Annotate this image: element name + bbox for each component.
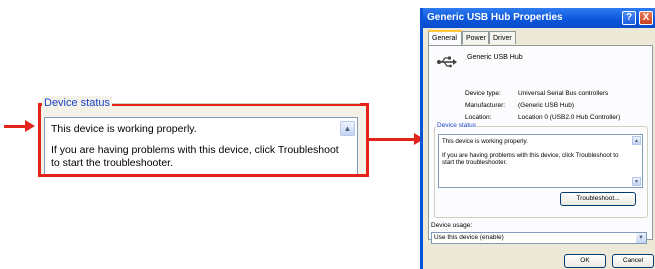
device-usage-select[interactable]: Use this device (enable) ▼	[431, 232, 647, 244]
close-button[interactable]: X	[639, 11, 653, 25]
usb-icon	[437, 55, 457, 73]
tab-general[interactable]: General	[428, 30, 462, 45]
status-line1: This device is working properly.	[442, 138, 528, 145]
device-usage-label: Device usage:	[431, 222, 473, 229]
zoom-status-line2: If you are having problems with this dev…	[51, 144, 339, 169]
device-usage-value: Use this device (enable)	[434, 234, 504, 241]
dialog-title: Generic USB Hub Properties	[427, 12, 563, 23]
cancel-button[interactable]: Cancel	[612, 254, 654, 268]
device-status-legend: Device status	[436, 122, 478, 129]
tab-driver[interactable]: Driver	[489, 31, 516, 44]
callout-arrow-left-head	[25, 120, 35, 132]
callout-arrow-right	[369, 138, 417, 141]
manufacturer-label: Manufacturer:	[465, 102, 506, 109]
device-name: Generic USB Hub	[467, 54, 523, 61]
scroll-up-icon[interactable]: ▲	[632, 136, 641, 145]
troubleshoot-button[interactable]: Troubleshoot...	[560, 192, 636, 206]
device-status-text[interactable]: This device is working properly. If you …	[438, 134, 643, 188]
zoom-scroll-up-icon: ▲	[340, 121, 355, 136]
callout-arrow-left	[4, 125, 26, 128]
zoom-group-line	[98, 103, 360, 104]
zoom-status-text: This device is working properly. If you …	[44, 117, 358, 174]
zoom-status-line1: This device is working properly.	[51, 123, 197, 135]
location-value: Location 0 (USB2.0 Hub Controller)	[518, 114, 621, 121]
ok-button[interactable]: OK	[564, 254, 606, 268]
help-button[interactable]: ?	[622, 11, 636, 25]
properties-dialog: Generic USB Hub Properties ? X General P…	[420, 8, 655, 269]
status-line2: If you are having problems with this dev…	[442, 151, 619, 167]
manufacturer-value: (Generic USB Hub)	[518, 102, 574, 109]
device-type-value: Universal Serial Bus controllers	[518, 90, 609, 97]
title-bar: Generic USB Hub Properties	[423, 8, 655, 28]
zoom-status-legend: Device status	[42, 96, 113, 110]
chevron-down-icon[interactable]: ▼	[636, 233, 646, 243]
device-type-label: Device type:	[465, 90, 501, 97]
location-label: Location:	[465, 114, 492, 121]
scroll-down-icon[interactable]: ▼	[632, 177, 641, 186]
general-panel: Generic USB Hub Device type: Universal S…	[428, 45, 653, 240]
tab-power[interactable]: Power	[462, 31, 489, 44]
